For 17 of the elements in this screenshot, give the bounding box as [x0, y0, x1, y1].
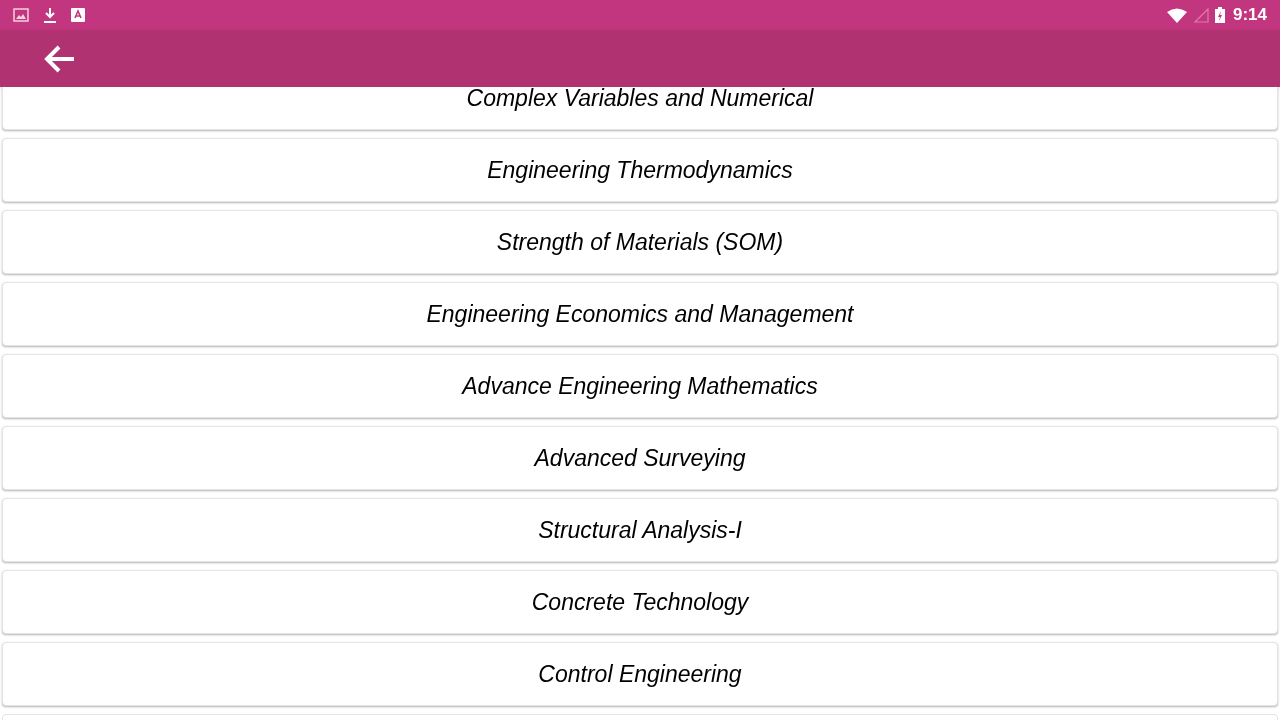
subject-card[interactable]: Concrete Technology — [2, 570, 1278, 634]
subject-card[interactable]: Strength of Materials (SOM) — [2, 210, 1278, 274]
back-arrow-icon — [44, 44, 76, 73]
subject-card[interactable]: Engineering Thermodynamics — [2, 138, 1278, 202]
subject-card[interactable]: Complex Variables and Numerical — [2, 87, 1278, 130]
text-document-icon — [71, 8, 85, 22]
signal-icon — [1192, 7, 1209, 23]
battery-charging-icon — [1214, 7, 1225, 23]
clock-time: 9:14 — [1232, 4, 1267, 27]
download-icon — [43, 7, 57, 23]
subject-card[interactable]: Engineering Economics and Management — [2, 282, 1278, 346]
image-icon — [13, 8, 29, 22]
subject-card[interactable]: Advanced Surveying — [2, 426, 1278, 490]
subject-card[interactable]: Structural Analysis-I — [2, 498, 1278, 562]
subject-card[interactable]: Control Engineering — [2, 642, 1278, 706]
subject-card[interactable]: Advance Engineering Mathematics — [2, 354, 1278, 418]
wifi-icon — [1166, 7, 1187, 23]
